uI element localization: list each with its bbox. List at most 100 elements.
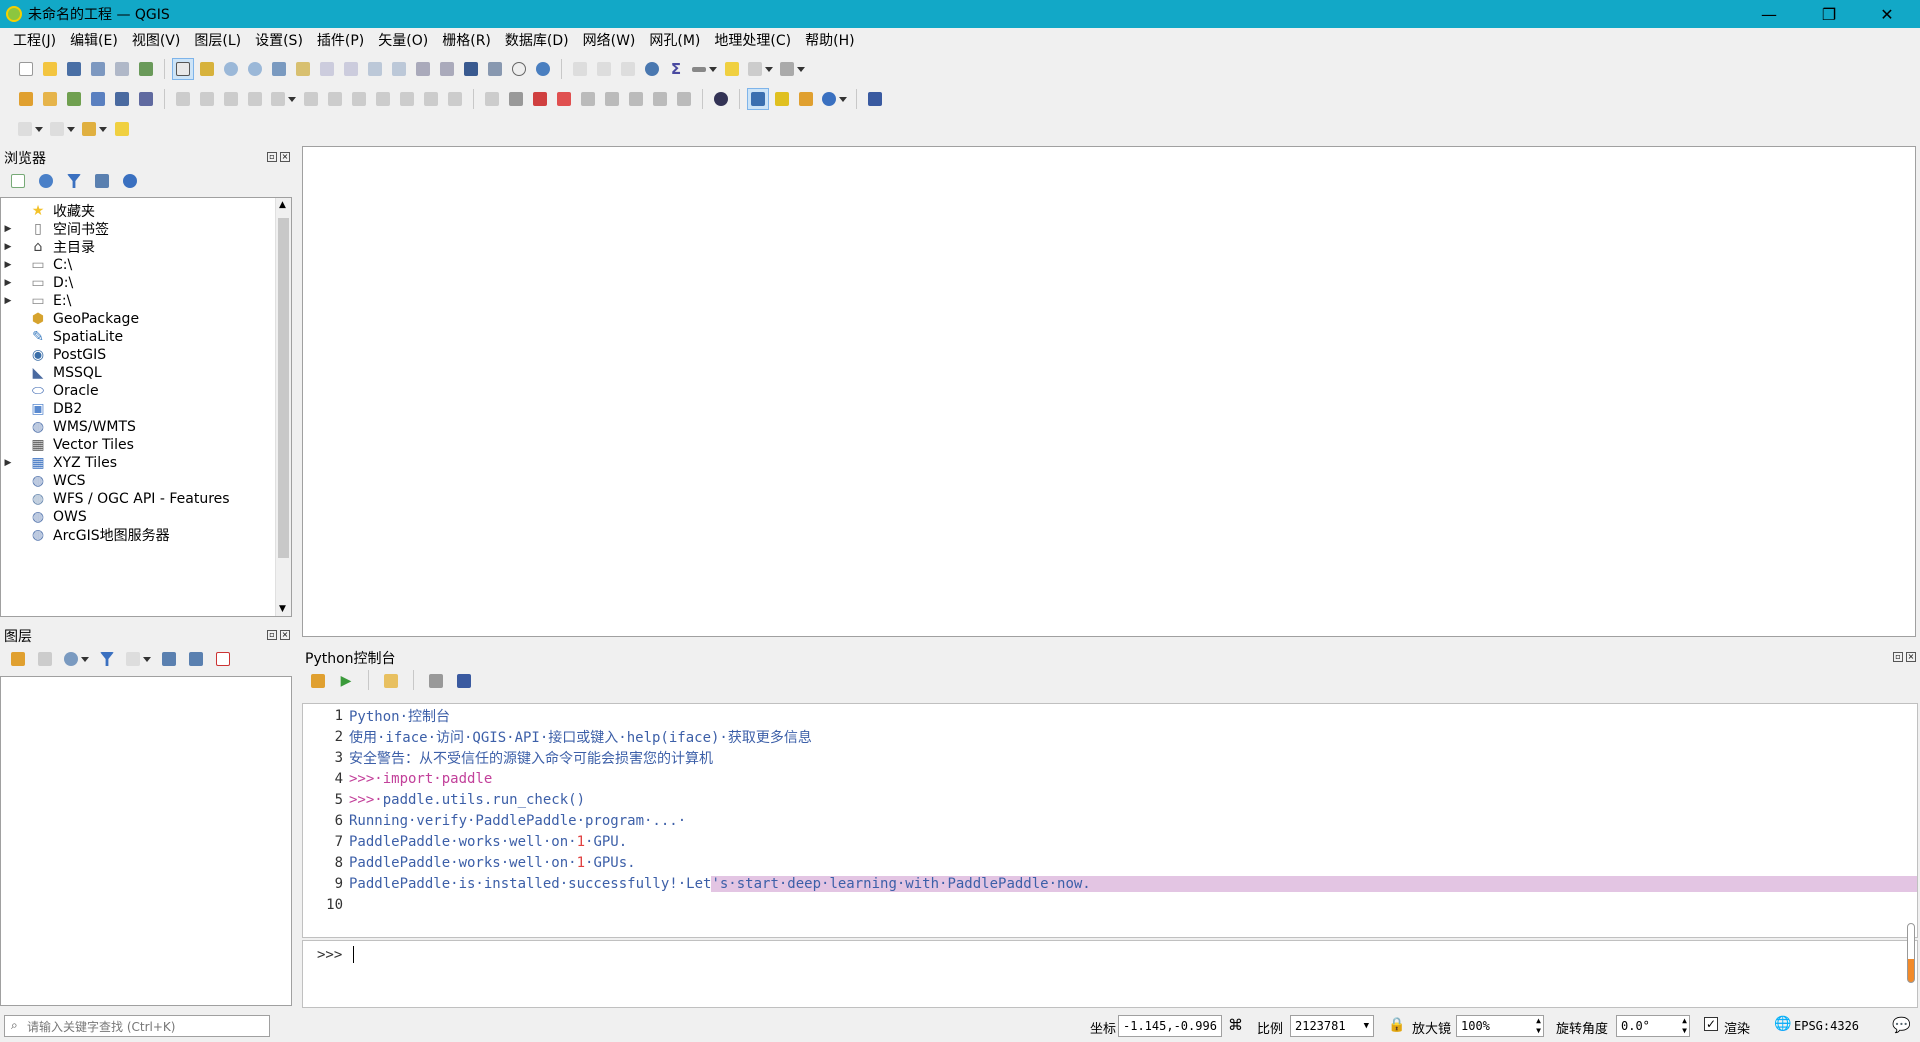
add-group-icon[interactable] bbox=[34, 648, 56, 670]
current-edits-icon[interactable] bbox=[172, 88, 194, 110]
delete-selected-icon[interactable] bbox=[324, 88, 346, 110]
minimize-button[interactable]: — bbox=[1740, 0, 1798, 28]
layer-styling-icon[interactable] bbox=[7, 648, 29, 670]
toggle-extents-icon[interactable]: ⌘ bbox=[1228, 1016, 1243, 1034]
expand-arrow-icon[interactable]: ▶ bbox=[1, 278, 15, 288]
zoom-out-icon[interactable] bbox=[244, 58, 266, 80]
menu-help[interactable]: 帮助(H) bbox=[798, 28, 861, 54]
menu-layer[interactable]: 图层(L) bbox=[187, 28, 248, 54]
expand-all-icon[interactable] bbox=[158, 648, 180, 670]
identify-icon[interactable] bbox=[569, 58, 591, 80]
browser-scrollbar[interactable]: ▲ ▼ bbox=[275, 198, 291, 616]
browser-item[interactable]: ◍ ArcGIS地图服务器 bbox=[1, 524, 170, 546]
expand-arrow-icon[interactable]: ▶ bbox=[1, 296, 15, 306]
collapse-all-layers-icon[interactable] bbox=[185, 648, 207, 670]
plugin-globe-icon[interactable] bbox=[710, 88, 732, 110]
filter-browser-icon[interactable] bbox=[63, 170, 85, 192]
menu-raster[interactable]: 栅格(R) bbox=[435, 28, 498, 54]
label-toolbar-icon[interactable] bbox=[481, 88, 503, 110]
save-edits-icon[interactable] bbox=[220, 88, 242, 110]
label-highlight-icon[interactable] bbox=[553, 88, 575, 110]
label-change-icon[interactable] bbox=[649, 88, 671, 110]
plugin-yellow-icon[interactable] bbox=[771, 88, 793, 110]
menu-view[interactable]: 视图(V) bbox=[125, 28, 188, 54]
measure-line-icon[interactable] bbox=[689, 58, 719, 80]
label-rotate-icon[interactable] bbox=[625, 88, 647, 110]
label-callout-icon[interactable] bbox=[673, 88, 695, 110]
zoom-native-icon[interactable] bbox=[340, 58, 362, 80]
properties-info-icon[interactable] bbox=[119, 170, 141, 192]
close-button[interactable]: ✕ bbox=[1858, 0, 1916, 28]
zoom-next-icon[interactable] bbox=[388, 58, 410, 80]
text-annotation-icon[interactable] bbox=[777, 58, 807, 80]
label-pin-icon[interactable] bbox=[529, 88, 551, 110]
statistics-sigma-icon[interactable]: Σ bbox=[665, 58, 687, 80]
layers-list[interactable] bbox=[0, 676, 292, 1006]
float-panel-icon[interactable]: ▫ bbox=[1893, 652, 1903, 662]
layer-labeling-icon[interactable] bbox=[505, 88, 527, 110]
label-show-hide-icon[interactable] bbox=[577, 88, 599, 110]
plugin-pen-icon[interactable] bbox=[795, 88, 817, 110]
render-checkbox[interactable]: ✓ bbox=[1704, 1017, 1718, 1031]
console-help-icon[interactable] bbox=[453, 670, 475, 692]
menu-processing[interactable]: 地理处理(C) bbox=[707, 28, 798, 54]
options-wrench-icon[interactable] bbox=[425, 670, 447, 692]
scrollbar-thumb[interactable] bbox=[278, 218, 289, 558]
menu-web[interactable]: 网络(W) bbox=[576, 28, 643, 54]
redo-icon[interactable] bbox=[444, 88, 466, 110]
close-panel-icon[interactable]: × bbox=[1906, 652, 1916, 662]
show-bookmarks-icon[interactable] bbox=[484, 58, 506, 80]
map-tips-icon[interactable] bbox=[721, 58, 743, 80]
temporal-controller-icon[interactable] bbox=[508, 58, 530, 80]
data-source-manager-icon[interactable] bbox=[15, 88, 37, 110]
collapse-all-icon[interactable] bbox=[91, 170, 113, 192]
scroll-up-icon[interactable]: ▲ bbox=[279, 200, 286, 210]
pan-map-icon[interactable] bbox=[172, 58, 194, 80]
manage-themes-icon[interactable] bbox=[61, 648, 91, 670]
crs-button[interactable]: EPSG:4326 bbox=[1794, 1019, 1859, 1033]
menu-vector[interactable]: 矢量(O) bbox=[371, 28, 435, 54]
new-map-view-icon[interactable] bbox=[412, 58, 434, 80]
crs-globe-icon[interactable]: 🌐 bbox=[1774, 1016, 1791, 1032]
zoom-in-icon[interactable] bbox=[220, 58, 242, 80]
zoom-to-selection-icon[interactable] bbox=[292, 58, 314, 80]
float-panel-icon[interactable]: ▫ bbox=[267, 152, 277, 162]
select-features-icon[interactable] bbox=[15, 118, 45, 140]
refresh-icon[interactable] bbox=[532, 58, 554, 80]
menu-settings[interactable]: 设置(S) bbox=[248, 28, 310, 54]
zoom-last-icon[interactable] bbox=[364, 58, 386, 80]
run-command-icon[interactable]: ▶ bbox=[335, 670, 357, 692]
coordinate-field[interactable]: -1.145,-0.996 bbox=[1118, 1015, 1222, 1037]
float-panel-icon[interactable]: ▫ bbox=[267, 630, 277, 640]
close-panel-icon[interactable]: × bbox=[280, 630, 290, 640]
new-geopackage-layer-icon[interactable] bbox=[39, 88, 61, 110]
new-spatialite-layer-icon[interactable] bbox=[87, 88, 109, 110]
lock-scale-icon[interactable]: 🔒 bbox=[1388, 1017, 1405, 1033]
spin-arrows-icon[interactable]: ▲ ▼ bbox=[1536, 1016, 1541, 1036]
zoom-to-layer-icon[interactable] bbox=[316, 58, 338, 80]
processing-toolbox-icon[interactable] bbox=[641, 58, 663, 80]
messages-icon[interactable]: 💬 bbox=[1892, 1016, 1911, 1034]
console-output[interactable]: 1 Python·控制台 2 使用·iface·访问·QGIS·API·接口或键入·h… bbox=[302, 703, 1918, 938]
clear-console-icon[interactable] bbox=[307, 670, 329, 692]
cut-features-icon[interactable] bbox=[348, 88, 370, 110]
browser-tree[interactable]: ★ 收藏夹 ▶ ▯ 空间书签 ▶ ⌂ 主目录 ▶ ▭ C:\ ▶ ▭ D:\ ▶ ▭ E:\ ⬢ GeoPackag… bbox=[0, 197, 292, 617]
magnifier-spinbox[interactable]: 100% ▲ ▼ bbox=[1456, 1015, 1544, 1037]
menu-project[interactable]: 工程(J) bbox=[6, 28, 63, 54]
menu-edit[interactable]: 编辑(E) bbox=[63, 28, 125, 54]
field-calculator-icon[interactable] bbox=[617, 58, 639, 80]
digitize-icon[interactable] bbox=[244, 88, 266, 110]
filter-legend-icon[interactable] bbox=[96, 648, 118, 670]
open-project-icon[interactable] bbox=[39, 58, 61, 80]
modify-attributes-icon[interactable] bbox=[300, 88, 322, 110]
refresh-browser-icon[interactable] bbox=[35, 170, 57, 192]
scroll-down-icon[interactable]: ▼ bbox=[279, 604, 286, 614]
expand-arrow-icon[interactable]: ▶ bbox=[1, 224, 15, 234]
open-attribute-table-icon[interactable] bbox=[593, 58, 615, 80]
menu-plugins[interactable]: 插件(P) bbox=[310, 28, 371, 54]
copy-features-icon[interactable] bbox=[372, 88, 394, 110]
locator-search-input[interactable]: ⌕ 请输入关键字查找 (Ctrl+K) bbox=[4, 1015, 270, 1037]
pan-to-selection-icon[interactable] bbox=[196, 58, 218, 80]
save-project-icon[interactable] bbox=[63, 58, 85, 80]
undo-icon[interactable] bbox=[420, 88, 442, 110]
